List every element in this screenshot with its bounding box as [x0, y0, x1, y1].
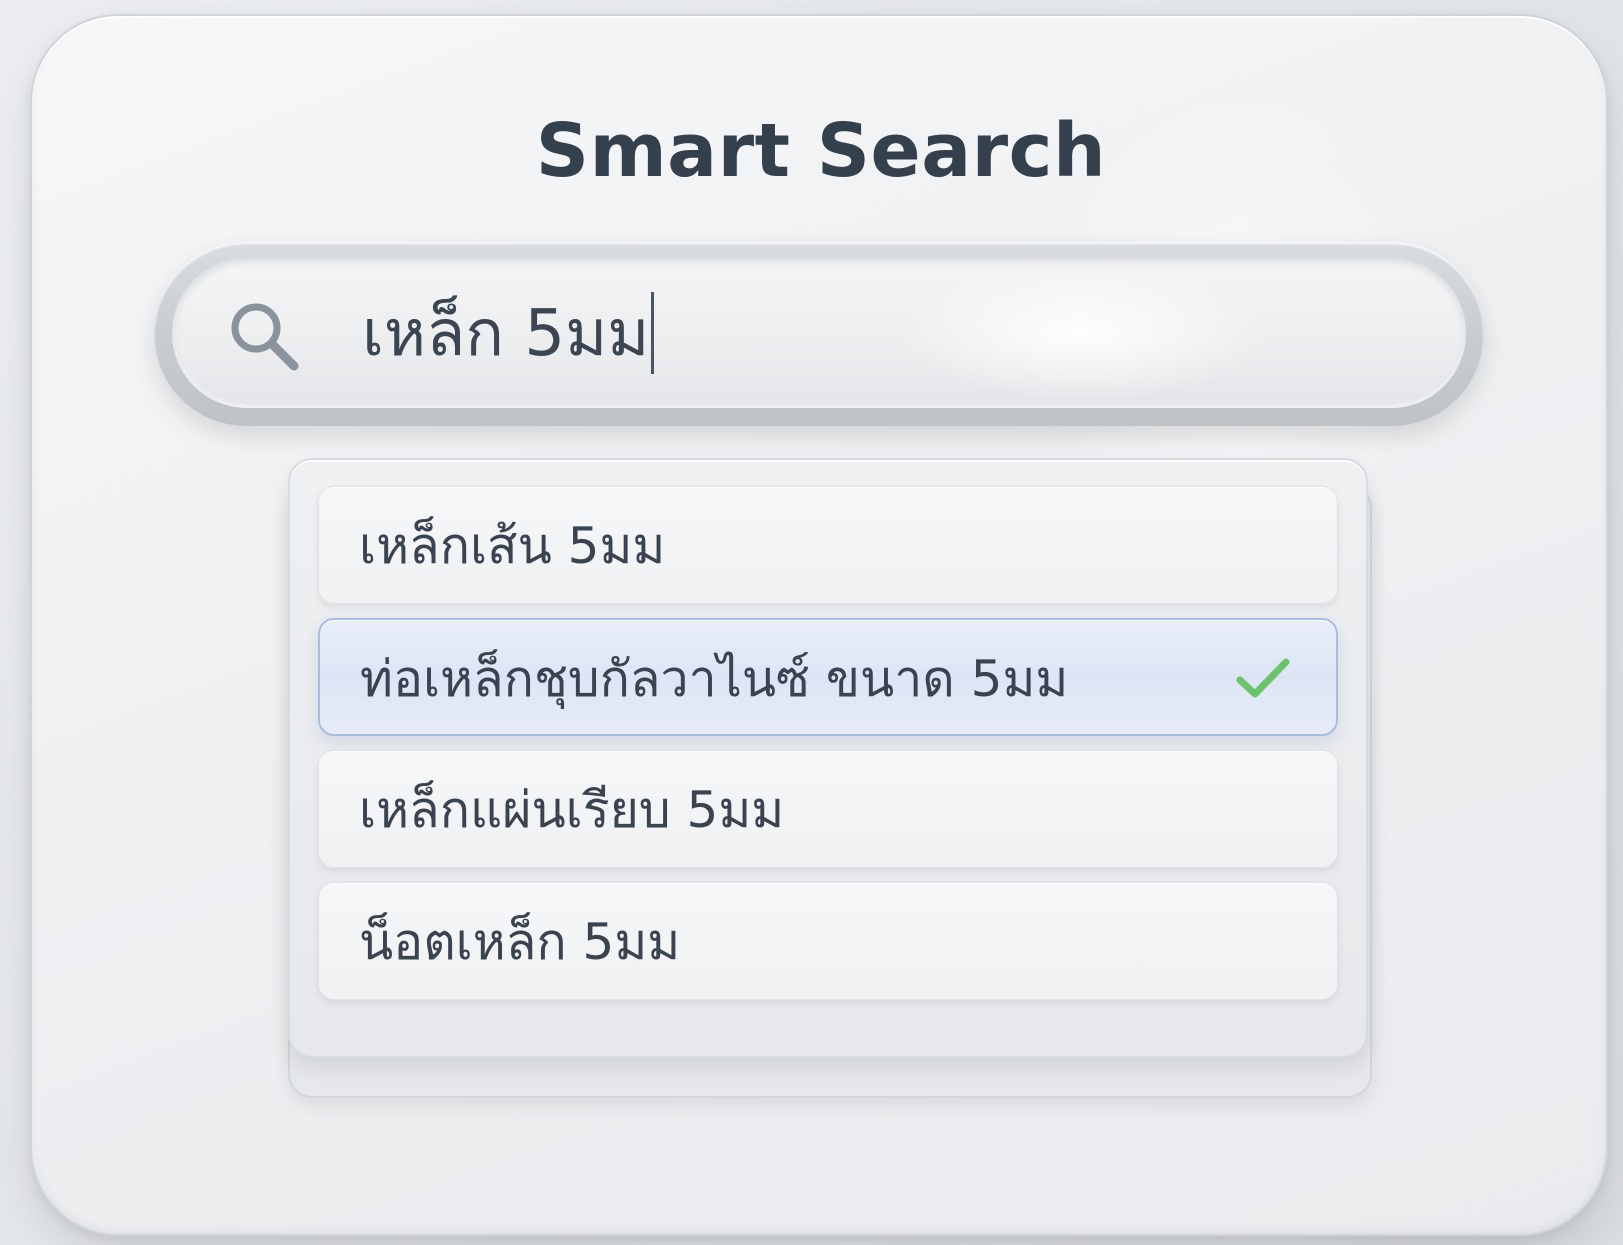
search-query[interactable]: เหล็ก 5มม	[362, 286, 655, 382]
check-icon	[1236, 658, 1290, 698]
search-icon	[231, 303, 299, 371]
suggestion-dropdown: เหล็กเส้น 5มม ท่อเหล็กชุบกัลวาไนซ์ ขนาด …	[288, 458, 1368, 1058]
search-bar[interactable]: เหล็ก 5มม	[154, 242, 1484, 426]
text-caret	[651, 292, 655, 375]
suggestion-label: ท่อเหล็กชุบกัลวาไนซ์ ขนาด 5มม	[360, 650, 1069, 708]
page-title: Smart Search	[535, 108, 1107, 194]
search-glow	[892, 264, 1272, 402]
search-input[interactable]: เหล็ก 5มม	[172, 258, 1466, 408]
suggestion-label: เหล็กแผ่นเรียบ 5มม	[359, 781, 785, 839]
suggestion-item[interactable]: เหล็กแผ่นเรียบ 5มม	[318, 750, 1338, 868]
app-background: Smart Search เหล็ก 5มม เหล็กเส้น 5มม ท่อ…	[0, 0, 1623, 1245]
suggestion-label: น็อตเหล็ก 5มม	[359, 913, 681, 971]
smart-search-panel: Smart Search เหล็ก 5มม เหล็กเส้น 5มม ท่อ…	[30, 14, 1608, 1236]
suggestion-label: เหล็กเส้น 5มม	[359, 517, 666, 575]
suggestion-item-selected[interactable]: ท่อเหล็กชุบกัลวาไนซ์ ขนาด 5มม	[318, 618, 1338, 736]
search-query-text: เหล็ก 5มม	[362, 297, 650, 371]
suggestion-item[interactable]: น็อตเหล็ก 5มม	[318, 882, 1338, 1000]
suggestion-item[interactable]: เหล็กเส้น 5มม	[318, 486, 1338, 604]
